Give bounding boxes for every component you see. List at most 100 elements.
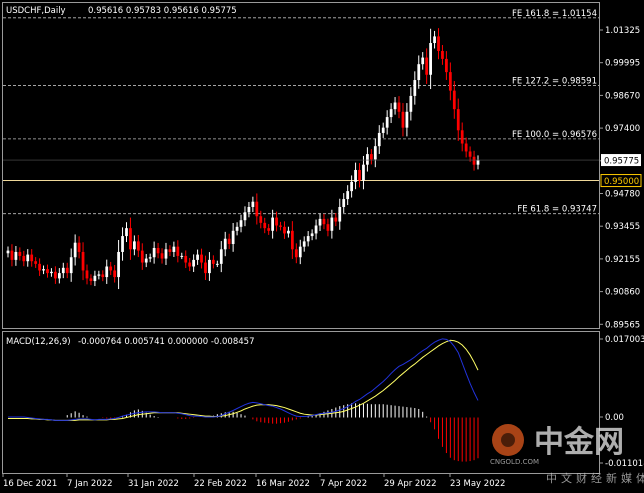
candle-body bbox=[259, 216, 263, 223]
candle-body bbox=[144, 258, 148, 263]
candle-body bbox=[152, 247, 156, 258]
macd-values: -0.000764 0.005741 0.000000 -0.008457 bbox=[78, 337, 254, 347]
candle-body bbox=[362, 164, 365, 181]
level-price-label: 0.95000 bbox=[604, 177, 639, 187]
price-tick-label: 0.89565 bbox=[605, 320, 640, 330]
candle-body bbox=[342, 199, 346, 207]
macd-label: MACD(12,26,9) bbox=[6, 337, 71, 347]
candle-body bbox=[61, 267, 65, 274]
candle-body bbox=[164, 249, 168, 259]
candle-body bbox=[38, 263, 41, 271]
candle-body bbox=[456, 109, 460, 131]
macd-tick-label: -0.011018 bbox=[605, 459, 644, 469]
candle-body bbox=[129, 228, 132, 250]
candle-body bbox=[389, 109, 393, 118]
watermark-cn-big: 中金网 bbox=[534, 425, 624, 460]
symbol-label: USDCHF,Daily bbox=[6, 6, 66, 16]
candle-body bbox=[46, 269, 49, 274]
x-tick-label: 22 Feb 2022 bbox=[194, 479, 247, 489]
candle-body bbox=[54, 271, 57, 279]
candle-body bbox=[251, 201, 255, 207]
candle-body bbox=[77, 242, 81, 252]
candle-body bbox=[140, 250, 144, 263]
candle-body bbox=[283, 226, 286, 234]
macd-tick-label: 0.00 bbox=[605, 413, 624, 423]
candle-body bbox=[255, 201, 259, 217]
candle-body bbox=[405, 111, 409, 128]
x-tick-label: 31 Jan 2022 bbox=[128, 479, 179, 489]
candle-body bbox=[219, 249, 223, 264]
candle-body bbox=[204, 262, 207, 274]
candle-body bbox=[26, 254, 30, 262]
candle-body bbox=[354, 169, 357, 182]
candle-body bbox=[81, 251, 85, 271]
x-tick-label: 29 Apr 2022 bbox=[384, 479, 437, 489]
candle-body bbox=[34, 261, 38, 264]
fib-label-0: FE 161.8 = 1.01154 bbox=[512, 9, 597, 19]
watermark-url: CNGOLD.COM bbox=[490, 458, 539, 466]
candle-body bbox=[373, 146, 377, 160]
candle-body bbox=[136, 241, 140, 251]
candle-body bbox=[18, 251, 22, 256]
chart-background bbox=[0, 0, 644, 493]
candle-body bbox=[85, 270, 89, 279]
candle-body bbox=[188, 262, 192, 267]
candle-body bbox=[247, 206, 251, 213]
candle-body bbox=[211, 259, 215, 264]
candle-body bbox=[267, 228, 271, 231]
candle-body bbox=[192, 259, 196, 267]
candle-body bbox=[275, 217, 278, 226]
candle-body bbox=[350, 181, 353, 192]
candle-body bbox=[215, 263, 219, 265]
candle-body bbox=[338, 206, 342, 222]
candle-body bbox=[148, 257, 152, 259]
current-price-label: 0.95775 bbox=[604, 157, 639, 167]
candle-body bbox=[22, 255, 26, 262]
candle-body bbox=[208, 259, 211, 274]
fib-label-2: FE 100.0 = 0.96576 bbox=[512, 130, 597, 140]
fib-label-1: FE 127.2 = 0.98591 bbox=[512, 77, 597, 87]
candle-body bbox=[413, 80, 417, 96]
candle-body bbox=[263, 222, 267, 229]
candle-body bbox=[452, 90, 456, 110]
candle-body bbox=[57, 273, 61, 279]
candle-body bbox=[271, 217, 275, 231]
x-tick-label: 16 Mar 2022 bbox=[256, 479, 310, 489]
candle-body bbox=[290, 230, 294, 250]
price-tick-label: 0.99995 bbox=[605, 59, 640, 69]
price-tick-label: 0.93455 bbox=[605, 222, 640, 232]
candle-body bbox=[65, 267, 69, 274]
candle-body bbox=[306, 236, 310, 242]
candle-body bbox=[476, 160, 480, 165]
candle-body bbox=[176, 246, 180, 256]
candle-body bbox=[425, 57, 429, 75]
candle-body bbox=[464, 143, 468, 152]
candle-body bbox=[239, 220, 243, 227]
candle-body bbox=[235, 226, 239, 231]
candle-body bbox=[330, 217, 334, 231]
candle-body bbox=[89, 278, 93, 282]
candle-body bbox=[433, 36, 436, 44]
candle-body bbox=[417, 64, 421, 81]
candle-body bbox=[125, 228, 128, 237]
price-tick-label: 1.01325 bbox=[605, 26, 640, 36]
candle-body bbox=[50, 271, 53, 274]
candle-body bbox=[326, 224, 330, 231]
x-tick-label: 23 May 2022 bbox=[450, 479, 505, 489]
candle-body bbox=[445, 58, 448, 73]
candle-body bbox=[437, 36, 440, 51]
candle-body bbox=[369, 154, 373, 160]
candle-body bbox=[358, 169, 361, 181]
candle-body bbox=[377, 132, 381, 147]
watermark-cn-small: 中文财经新媒体 bbox=[546, 471, 644, 485]
x-tick-label: 7 Apr 2022 bbox=[320, 479, 367, 489]
candle-body bbox=[314, 225, 318, 234]
candle-body bbox=[401, 111, 405, 128]
candle-body bbox=[231, 230, 235, 245]
candle-body bbox=[133, 241, 136, 250]
candle-body bbox=[93, 275, 97, 282]
candle-body bbox=[168, 249, 172, 252]
x-tick-label: 16 Dec 2021 bbox=[3, 479, 57, 489]
price-tick-label: 0.98670 bbox=[605, 91, 640, 101]
price-tick-label: 0.97400 bbox=[605, 124, 640, 134]
